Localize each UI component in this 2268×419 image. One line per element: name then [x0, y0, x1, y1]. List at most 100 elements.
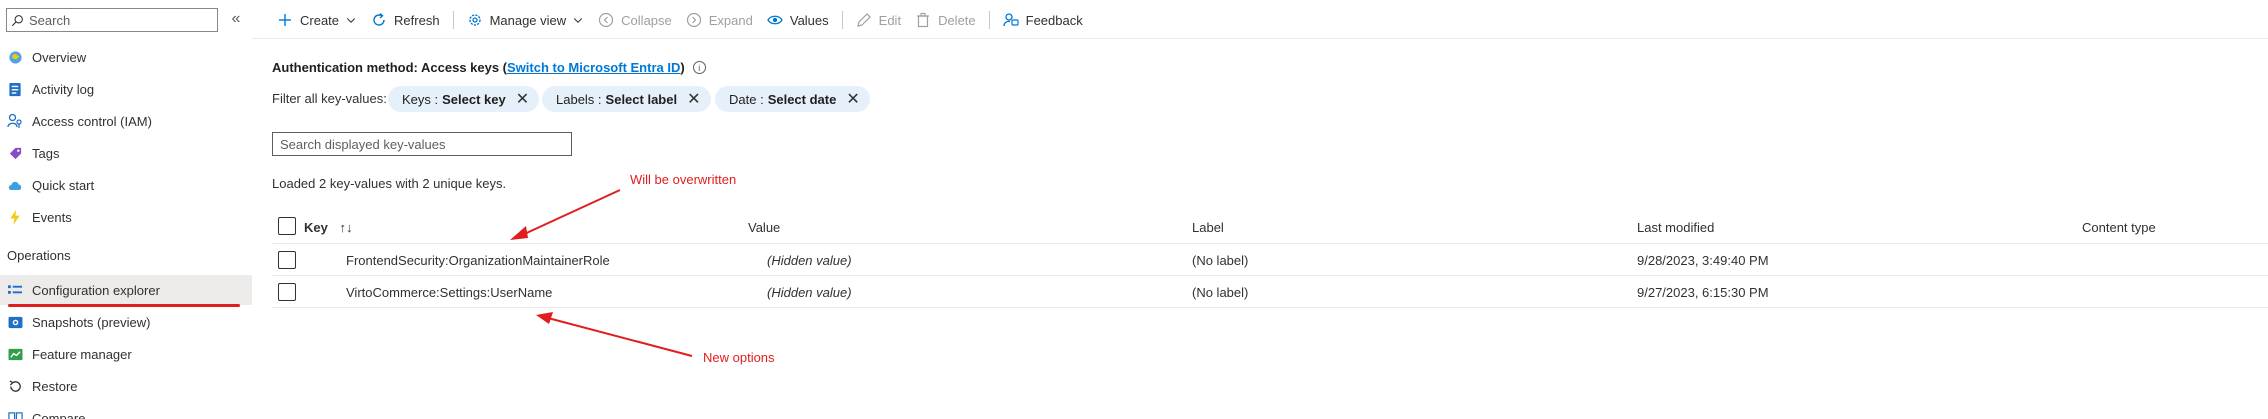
- sidebar-item-quick-start[interactable]: Quick start: [0, 170, 252, 200]
- feedback-icon: [1002, 13, 1019, 27]
- filter-pill-labels[interactable]: Labels : Select label ✕: [542, 86, 711, 112]
- annotation-will-be-overwritten: Will be overwritten: [630, 172, 737, 187]
- search-icon: [11, 14, 23, 26]
- collapse-label: Collapse: [621, 12, 672, 28]
- feedback-label: Feedback: [1025, 12, 1083, 28]
- close-icon[interactable]: ✕: [846, 89, 859, 109]
- authentication-method: Authentication method: Access keys ( Swi…: [272, 60, 706, 75]
- toolbar: Create Refresh Manage view Collapse Expa…: [270, 0, 1090, 40]
- sidebar-item-label: Events: [32, 209, 72, 225]
- pill-value: Select date: [767, 91, 837, 107]
- row-label: (No label): [1192, 253, 1249, 268]
- pencil-icon: [856, 13, 871, 27]
- row-divider: [272, 275, 2268, 276]
- row-label: (No label): [1192, 285, 1249, 300]
- sidebar-item-label: Configuration explorer: [32, 282, 160, 298]
- toolbar-divider: [252, 38, 2268, 39]
- expand-button[interactable]: Expand: [679, 6, 760, 34]
- values-label: Values: [789, 12, 829, 28]
- row-value: (Hidden value): [767, 285, 852, 300]
- sidebar-item-overview[interactable]: Overview: [0, 42, 252, 72]
- sidebar-item-label: Compare: [32, 410, 86, 419]
- auth-prefix: Authentication method: Access keys (: [272, 60, 508, 75]
- collapse-icon: [599, 12, 614, 28]
- sidebar-item-configuration-explorer[interactable]: Configuration explorer: [0, 275, 252, 305]
- tag-icon: [7, 145, 23, 161]
- filter-pill-keys[interactable]: Keys : Select key ✕: [388, 86, 540, 112]
- sidebar-item-restore[interactable]: Restore: [0, 371, 252, 401]
- row-last-modified: 9/28/2023, 3:49:40 PM: [1637, 253, 1769, 268]
- loaded-status: Loaded 2 key-values with 2 unique keys.: [272, 176, 507, 191]
- delete-button[interactable]: Delete: [908, 6, 983, 34]
- sidebar-item-compare[interactable]: Compare: [0, 403, 252, 419]
- pill-name: Keys :: [402, 91, 439, 107]
- column-header-label[interactable]: Label: [1192, 220, 1224, 235]
- sidebar-item-label: Access control (IAM): [32, 113, 152, 129]
- sidebar-search-box[interactable]: [6, 8, 218, 32]
- expand-label: Expand: [708, 12, 753, 28]
- collapse-button[interactable]: Collapse: [591, 6, 679, 34]
- toolbar-separator: [841, 11, 843, 29]
- gear-icon: [468, 14, 481, 26]
- filter-pill-date[interactable]: Date : Select date ✕: [715, 86, 870, 112]
- compare-icon: [7, 410, 23, 419]
- feedback-button[interactable]: Feedback: [996, 6, 1090, 34]
- feature-manager-icon: [7, 346, 23, 362]
- edit-button[interactable]: Edit: [849, 6, 908, 34]
- section-title-operations: Operations: [7, 248, 71, 263]
- info-icon[interactable]: i: [692, 61, 706, 74]
- column-header-key[interactable]: Key ↑↓: [304, 220, 352, 235]
- row-last-modified: 9/27/2023, 6:15:30 PM: [1637, 285, 1769, 300]
- snapshot-icon: [7, 314, 23, 330]
- sidebar-item-events[interactable]: Events: [0, 202, 252, 232]
- sidebar-item-label: Overview: [32, 49, 87, 65]
- row-key[interactable]: VirtoCommerce:Settings:UserName: [346, 285, 552, 300]
- collapse-sidebar-button[interactable]: «: [228, 10, 244, 28]
- toolbar-separator: [452, 11, 454, 29]
- annotation-new-options: New options: [703, 350, 775, 365]
- row-key[interactable]: FrontendSecurity:OrganizationMaintainerR…: [346, 253, 610, 268]
- select-all-checkbox[interactable]: [278, 217, 296, 235]
- column-header-last-modified[interactable]: Last modified: [1637, 220, 1714, 235]
- sort-icon[interactable]: ↑↓: [339, 220, 352, 235]
- sidebar-item-label: Restore: [32, 378, 78, 394]
- row-divider: [272, 307, 2268, 308]
- arrow-to-first-row: [510, 189, 621, 240]
- sidebar-item-access-control[interactable]: Access control (IAM): [0, 106, 252, 136]
- switch-to-entra-link[interactable]: Switch to Microsoft Entra ID: [507, 60, 680, 75]
- pill-name: Labels :: [556, 91, 602, 107]
- column-header-value[interactable]: Value: [748, 220, 780, 235]
- lightning-icon: [7, 209, 23, 225]
- sidebar-search-input[interactable]: [29, 12, 209, 28]
- row-divider: [272, 243, 2268, 244]
- access-control-icon: [7, 113, 23, 129]
- trash-icon: [917, 12, 930, 28]
- auth-suffix: ): [680, 60, 685, 75]
- eye-icon: [767, 15, 783, 25]
- create-button[interactable]: Create: [270, 6, 364, 34]
- create-label: Create: [300, 12, 340, 28]
- sidebar-item-label: Quick start: [32, 177, 95, 193]
- header-key-label: Key: [304, 220, 328, 235]
- close-icon[interactable]: ✕: [516, 89, 529, 109]
- search-key-values-input[interactable]: [272, 132, 572, 156]
- manage-view-button[interactable]: Manage view: [460, 6, 592, 34]
- edit-label: Edit: [878, 12, 902, 28]
- config-explorer-icon: [7, 282, 23, 298]
- row-checkbox[interactable]: [278, 251, 296, 269]
- sidebar-item-snapshots[interactable]: Snapshots (preview): [0, 307, 252, 337]
- pill-value: Select key: [442, 91, 506, 107]
- close-icon[interactable]: ✕: [687, 89, 700, 109]
- refresh-button[interactable]: Refresh: [364, 6, 447, 34]
- sidebar-item-activity-log[interactable]: Activity log: [0, 74, 252, 104]
- values-button[interactable]: Values: [760, 6, 836, 34]
- pill-name: Date :: [729, 91, 764, 107]
- sidebar-item-feature-manager[interactable]: Feature manager: [0, 339, 252, 369]
- column-header-content-type[interactable]: Content type: [2082, 220, 2156, 235]
- chevron-down-icon: [346, 18, 356, 23]
- overview-icon: [7, 49, 23, 65]
- sidebar-item-tags[interactable]: Tags: [0, 138, 252, 168]
- row-checkbox[interactable]: [278, 283, 296, 301]
- sidebar: « Overview Activity log Access control (…: [0, 0, 252, 419]
- refresh-icon: [373, 12, 385, 26]
